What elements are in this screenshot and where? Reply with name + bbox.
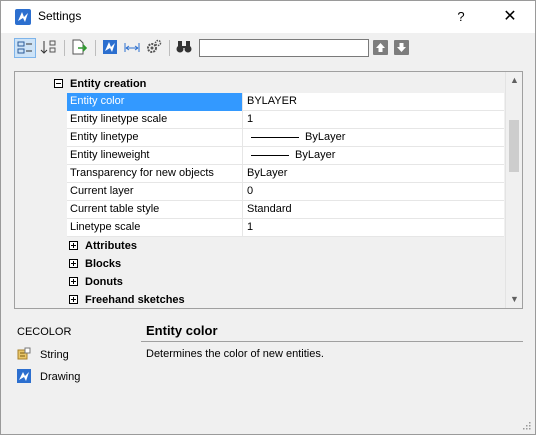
property-name: Linetype scale xyxy=(67,219,243,237)
scrollbar-thumb[interactable] xyxy=(509,120,519,172)
category-label: Blocks xyxy=(85,258,122,270)
property-name: Current layer xyxy=(67,183,243,201)
property-row[interactable]: Entity linetype ByLayer xyxy=(67,129,504,147)
divider xyxy=(141,341,523,342)
category-blocks[interactable]: Blocks xyxy=(16,255,504,273)
property-value[interactable]: 1 xyxy=(244,111,504,129)
property-row[interactable]: Transparency for new objects ByLayer xyxy=(67,165,504,183)
expand-icon[interactable] xyxy=(69,277,78,286)
property-row[interactable]: Entity color BYLAYER xyxy=(67,93,504,111)
sort-alpha-icon xyxy=(40,40,56,54)
drawing-scope-icon xyxy=(17,369,31,383)
category-label: Donuts xyxy=(85,276,123,288)
variable-type-label: String xyxy=(40,349,69,361)
property-value-text: ByLayer xyxy=(295,149,336,161)
drawing-settings-button[interactable] xyxy=(100,38,122,58)
arrow-up-icon xyxy=(376,43,385,52)
categorized-view-button[interactable] xyxy=(14,38,36,58)
dimension-settings-button[interactable] xyxy=(122,38,144,58)
alphabetical-view-button[interactable] xyxy=(39,38,61,58)
property-name: Entity linetype xyxy=(67,129,243,147)
toolbar xyxy=(1,33,535,63)
variable-name: CECOLOR xyxy=(17,326,72,338)
find-previous-button[interactable] xyxy=(373,40,388,55)
dimension-icon xyxy=(124,43,140,52)
property-name: Entity linetype scale xyxy=(67,111,243,129)
expand-icon[interactable] xyxy=(69,295,78,304)
property-row[interactable]: Entity lineweight ByLayer xyxy=(67,147,504,165)
property-value-text: ByLayer xyxy=(305,131,346,143)
categorized-icon xyxy=(17,41,32,54)
close-button[interactable]: ✕ xyxy=(487,1,533,33)
collapse-icon[interactable] xyxy=(54,79,63,88)
property-row[interactable]: Linetype scale 1 xyxy=(67,219,504,237)
search-input[interactable] xyxy=(199,39,369,57)
drawing-icon xyxy=(103,40,117,54)
category-freehand-sketches[interactable]: Freehand sketches xyxy=(16,291,504,308)
property-value[interactable]: BYLAYER xyxy=(244,93,504,111)
find-next-button[interactable] xyxy=(394,40,409,55)
property-grid-body: Entity creation Entity color BYLAYER Ent… xyxy=(16,73,504,307)
category-label: Entity creation xyxy=(70,78,147,90)
property-row[interactable]: Current table style Standard xyxy=(67,201,504,219)
help-button[interactable]: ? xyxy=(441,1,481,33)
settings-dialog: Settings ? ✕ Entity creation Entity colo… xyxy=(0,0,536,435)
binoculars-icon xyxy=(176,41,192,53)
linetype-sample xyxy=(251,136,299,138)
property-name: Transparency for new objects xyxy=(67,165,243,183)
category-donuts[interactable]: Donuts xyxy=(16,273,504,291)
property-value[interactable]: ByLayer xyxy=(244,165,504,183)
chevron-up-icon[interactable]: ▲ xyxy=(506,72,522,89)
find-button[interactable] xyxy=(174,38,196,58)
description-text: Determines the color of new entities. xyxy=(146,348,324,360)
property-value[interactable]: ByLayer xyxy=(244,147,504,165)
property-row[interactable]: Entity linetype scale 1 xyxy=(67,111,504,129)
export-button[interactable] xyxy=(69,38,91,58)
system-settings-button[interactable] xyxy=(144,38,166,58)
property-value[interactable]: Standard xyxy=(244,201,504,219)
arrow-down-icon xyxy=(397,43,406,52)
title-bar: Settings ? ✕ xyxy=(1,1,535,33)
property-value[interactable]: ByLayer xyxy=(244,129,504,147)
category-attributes[interactable]: Attributes xyxy=(16,237,504,255)
category-entity-creation[interactable]: Entity creation xyxy=(16,75,504,93)
property-name: Entity color xyxy=(67,93,243,111)
category-label: Attributes xyxy=(85,240,137,252)
expand-icon[interactable] xyxy=(69,259,78,268)
variable-scope-label: Drawing xyxy=(40,371,81,383)
gears-icon xyxy=(147,39,162,53)
window-title: Settings xyxy=(38,9,82,23)
description-title: Entity color xyxy=(146,323,218,338)
property-name: Entity lineweight xyxy=(67,147,243,165)
property-name: Current table style xyxy=(67,201,243,219)
lineweight-sample xyxy=(251,154,289,156)
app-logo-icon xyxy=(15,9,31,25)
string-type-icon xyxy=(17,347,31,360)
property-value[interactable]: 1 xyxy=(244,219,504,237)
property-value[interactable]: 0 xyxy=(244,183,504,201)
chevron-down-icon[interactable]: ▼ xyxy=(506,291,522,308)
category-label: Freehand sketches xyxy=(85,294,185,306)
expand-icon[interactable] xyxy=(69,241,78,250)
resize-grip-icon[interactable] xyxy=(521,420,531,430)
property-grid: Entity creation Entity color BYLAYER Ent… xyxy=(14,71,523,309)
property-row[interactable]: Current layer 0 xyxy=(67,183,504,201)
vertical-scrollbar[interactable]: ▲ ▼ xyxy=(505,72,522,308)
export-icon xyxy=(72,39,88,55)
